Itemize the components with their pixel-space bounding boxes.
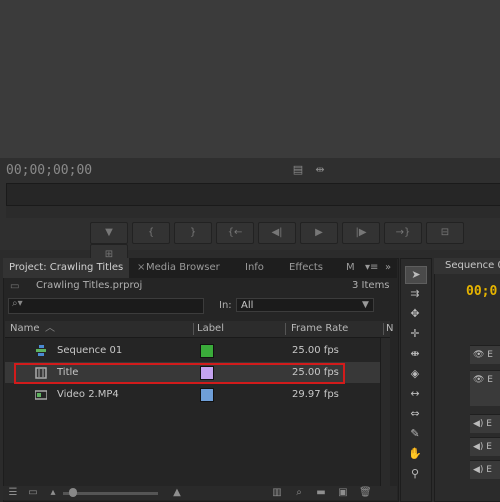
monitor-zoom-bar[interactable] xyxy=(6,205,500,218)
sort-ascending-icon[interactable]: ︿ xyxy=(45,321,55,337)
video-track-header[interactable]: 👁 E xyxy=(470,345,500,364)
in-label: In: xyxy=(219,300,232,311)
col-extra[interactable]: N xyxy=(386,321,393,337)
search-input[interactable]: ⌕▾ xyxy=(8,298,204,314)
play-icon[interactable]: ▶ xyxy=(300,222,338,244)
rate-stretch-icon[interactable]: ⇼ xyxy=(405,346,425,362)
automate-icon[interactable]: ▥ xyxy=(271,487,283,499)
zoom-icon[interactable]: ⚲ xyxy=(405,466,425,482)
column-header: Name ︿ Label Frame Rate N xyxy=(5,321,393,338)
monitor-scrub-bar[interactable] xyxy=(6,183,500,207)
item-frame-rate: 25.00 fps xyxy=(292,345,339,356)
monitor-timecode[interactable]: 00;00;00;00 xyxy=(6,163,92,178)
go-to-in-icon[interactable]: {← xyxy=(216,222,254,244)
project-tabbar: Project: Crawling Titles × Media Browser… xyxy=(3,258,397,278)
label-swatch[interactable] xyxy=(200,388,214,402)
timeline-timecode[interactable]: 00;0 xyxy=(466,284,497,299)
clip-icon[interactable]: ▤ xyxy=(292,164,304,176)
trash-icon[interactable]: 🗑 xyxy=(359,487,372,499)
selection-highlight xyxy=(14,363,345,384)
column-divider[interactable] xyxy=(383,323,384,335)
ripple-edit-icon[interactable]: ✥ xyxy=(405,306,425,322)
video-track-header[interactable]: 👁 E xyxy=(470,370,500,406)
hand-icon[interactable]: ✋ xyxy=(405,446,425,462)
scrollbar[interactable] xyxy=(380,338,390,486)
zoom-slider-handle[interactable] xyxy=(69,488,77,497)
insert-icon[interactable]: ⊟ xyxy=(426,222,464,244)
project-bottom-bar: ☰ ▭ ▴ ▲ ▥ ⌕ ▬ ▣ 🗑 xyxy=(3,486,397,500)
zoom-large-icon[interactable]: ▲ xyxy=(171,487,183,499)
mark-out-icon[interactable]: } xyxy=(174,222,212,244)
chevron-down-icon[interactable]: ▼ xyxy=(362,298,369,312)
new-item-icon[interactable]: ▣ xyxy=(337,487,349,499)
new-bin-icon[interactable]: ▬ xyxy=(315,487,327,499)
tab-project[interactable]: Project: Crawling Titles xyxy=(3,258,130,278)
slip-icon[interactable]: ↔ xyxy=(405,386,425,402)
icon-view-icon[interactable]: ▭ xyxy=(27,487,39,499)
overflow-icon[interactable]: » xyxy=(379,258,397,278)
selection-tool-icon[interactable]: ➤ xyxy=(405,266,427,284)
list-view-icon[interactable]: ☰ xyxy=(7,487,19,499)
col-frame-rate[interactable]: Frame Rate xyxy=(291,321,348,337)
find-icon[interactable]: ⌕ xyxy=(293,487,305,499)
monitor-viewer xyxy=(0,0,500,158)
audio-track-header[interactable]: ◀) E xyxy=(470,437,500,456)
label-swatch[interactable] xyxy=(200,344,214,358)
column-divider[interactable] xyxy=(285,323,286,335)
tab-effects[interactable]: Effects xyxy=(283,258,329,278)
go-to-out-icon[interactable]: →} xyxy=(384,222,422,244)
timeline-tab-label[interactable]: Sequence 0 xyxy=(445,258,500,274)
item-count: 3 Items xyxy=(352,280,390,291)
project-bin-icon: ▭ xyxy=(10,281,20,292)
tab-more[interactable]: M xyxy=(340,258,361,278)
video-clip-icon xyxy=(34,389,48,401)
zoom-small-icon[interactable]: ▴ xyxy=(47,487,59,499)
add-marker-icon[interactable]: ▼ xyxy=(90,222,128,244)
monitor-icons: ▤ ⇹ xyxy=(292,164,336,176)
pen-icon[interactable]: ✎ xyxy=(405,426,425,442)
track-select-icon[interactable]: ⇉ xyxy=(405,286,425,302)
item-name: Video 2.MP4 xyxy=(57,389,119,400)
list-item[interactable]: Video 2.MP4 29.97 fps xyxy=(5,384,390,405)
rolling-edit-icon[interactable]: ✛ xyxy=(405,326,425,342)
column-divider[interactable] xyxy=(193,323,194,335)
audio-track-header[interactable]: ◀) E xyxy=(470,460,500,479)
item-frame-rate: 29.97 fps xyxy=(292,389,339,400)
project-file-name: Crawling Titles.prproj xyxy=(36,280,143,291)
col-label[interactable]: Label xyxy=(197,321,224,337)
list-item[interactable]: Sequence 01 25.00 fps xyxy=(5,340,390,361)
tab-info[interactable]: Info xyxy=(239,258,270,278)
zoom-slider[interactable] xyxy=(63,492,158,495)
item-name: Sequence 01 xyxy=(57,345,123,356)
razor-icon[interactable]: ◈ xyxy=(405,366,425,382)
search-icon: ⌕▾ xyxy=(12,298,23,309)
step-forward-icon[interactable]: |▶ xyxy=(342,222,380,244)
step-back-icon[interactable]: ◀| xyxy=(258,222,296,244)
slide-icon[interactable]: ⇔ xyxy=(405,406,425,422)
marker-icon[interactable]: ⇹ xyxy=(314,164,326,176)
mark-in-icon[interactable]: { xyxy=(132,222,170,244)
audio-track-header[interactable]: ◀) E xyxy=(470,414,500,433)
in-dropdown[interactable]: All xyxy=(236,298,374,312)
col-name[interactable]: Name xyxy=(10,321,40,337)
sequence-icon xyxy=(35,345,47,357)
tab-media-browser[interactable]: Media Browser xyxy=(140,258,226,278)
